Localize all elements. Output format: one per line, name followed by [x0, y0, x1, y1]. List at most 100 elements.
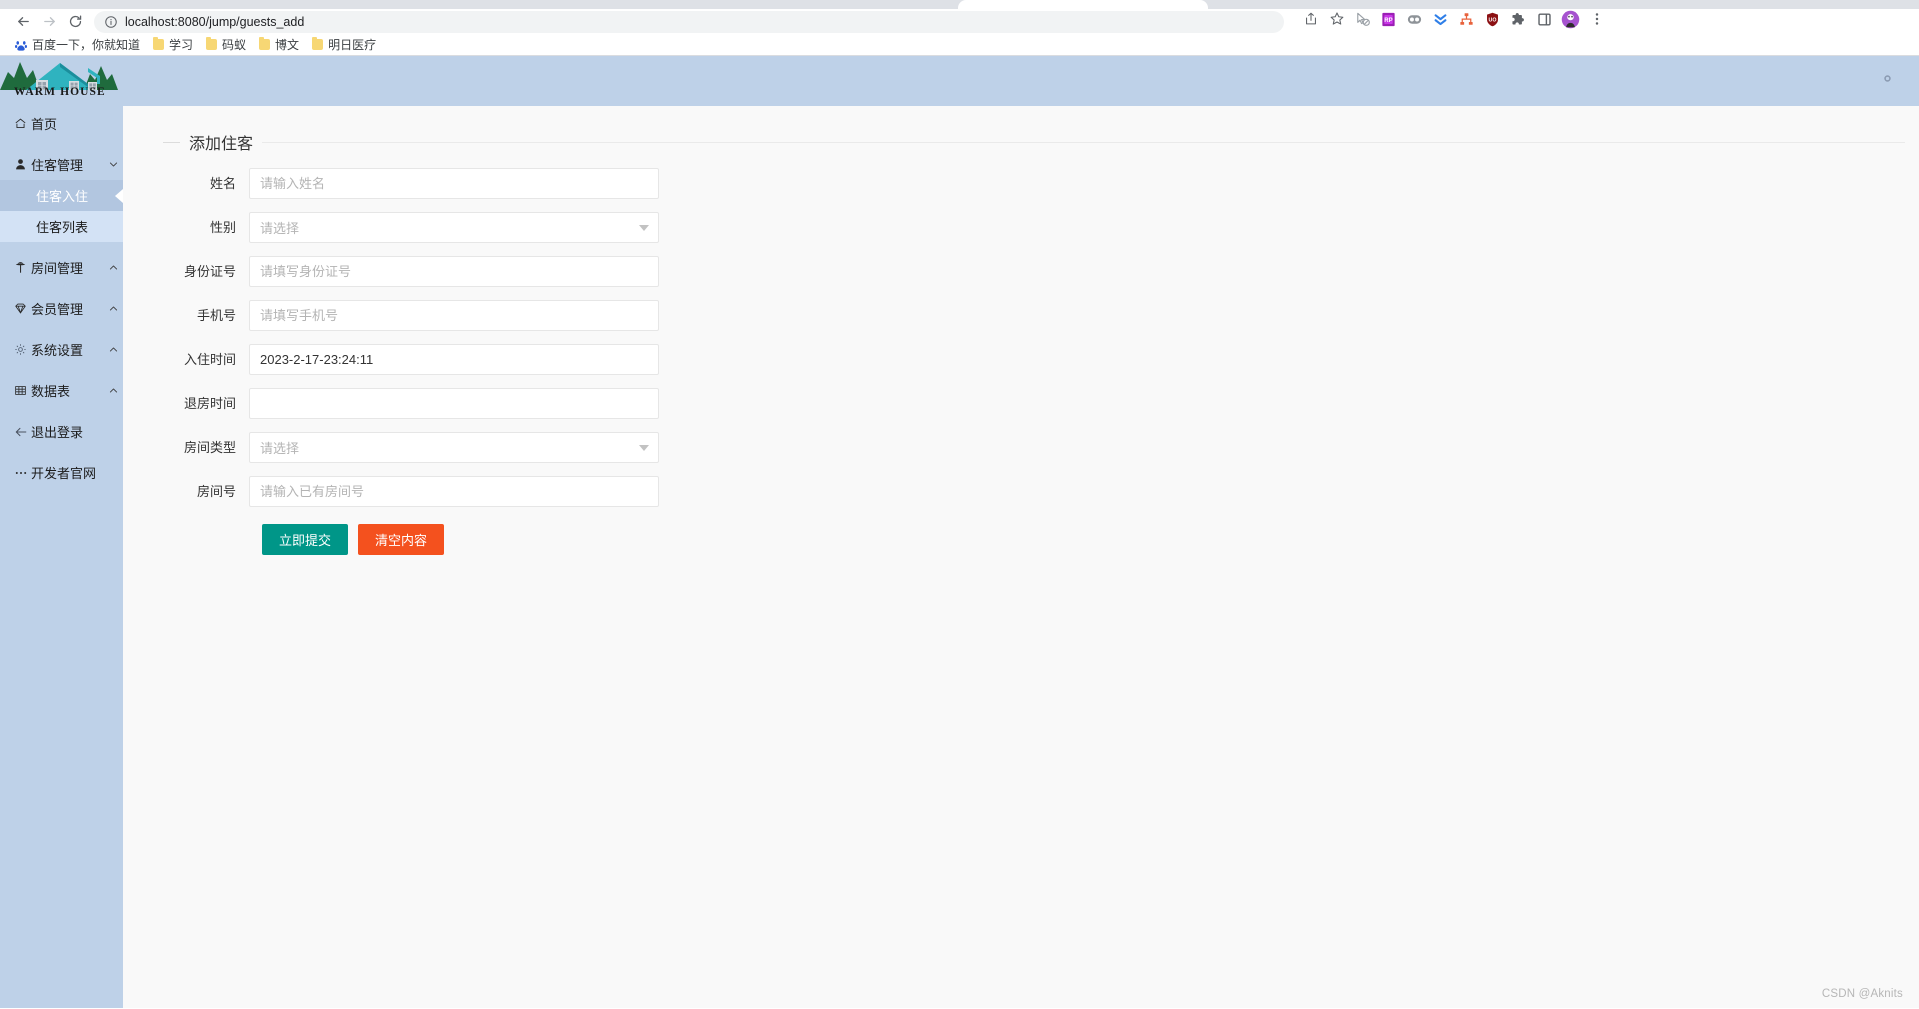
star-icon	[1329, 11, 1345, 32]
extension-dual-circle[interactable]	[1402, 10, 1427, 34]
tab-strip	[0, 0, 1919, 9]
sidebar-item-guest-list[interactable]: 住客列表	[0, 211, 123, 242]
address-bar[interactable]: localhost:8080/jump/guests_add	[94, 10, 1284, 33]
extension-cursor-block[interactable]	[1350, 10, 1375, 34]
submit-button[interactable]: 立即提交	[262, 524, 349, 555]
reset-button[interactable]: 清空内容	[358, 524, 445, 555]
room-type-label: 房间类型	[183, 440, 236, 455]
top-header-bar	[123, 56, 1919, 106]
puzzle-extensions-icon	[1510, 11, 1527, 33]
folder-icon	[259, 37, 271, 50]
active-tab[interactable]	[958, 0, 1208, 9]
sidebar-item-system-settings[interactable]: 系统设置	[0, 334, 123, 365]
sidebar-item-label: 住客列表	[36, 220, 89, 235]
id-card-field[interactable]	[249, 256, 659, 287]
room-number-field[interactable]	[249, 476, 659, 507]
legend-dash	[163, 141, 180, 143]
room-type-select-value: 请选择	[249, 432, 659, 463]
legend-line	[262, 141, 1905, 143]
bookmark-folder-mayi[interactable]: 码蚁	[200, 34, 252, 55]
browser-chrome: localhost:8080/jump/guests_add RP UO 百度一…	[0, 0, 1919, 56]
sidebar-item-guest-management[interactable]: 住客管理	[0, 149, 123, 180]
sidebar-item-developer-site[interactable]: 开发者官网	[0, 457, 123, 488]
sidebar-item-guest-checkin[interactable]: 住客入住	[0, 180, 123, 211]
bookmark-star-button[interactable]	[1324, 10, 1349, 34]
bookmark-folder-mingri[interactable]: 明日医疗	[306, 34, 382, 55]
app-logo[interactable]: WARM HOUSE	[0, 56, 123, 106]
bookmark-folder-study[interactable]: 学习	[147, 34, 199, 55]
checkout-time-label: 退房时间	[183, 396, 236, 411]
profile-avatar-icon	[1561, 10, 1580, 34]
cursor-block-icon	[1354, 11, 1371, 33]
browser-menu-button[interactable]	[1584, 10, 1609, 34]
side-panel-button[interactable]	[1532, 10, 1557, 34]
sidebar: WARM HOUSE 首页 住客管理 住客入住 住客列表 房间管理 会员管理 系…	[0, 56, 123, 1008]
bookmark-folder-bowen[interactable]: 博文	[253, 34, 305, 55]
checkin-time-field[interactable]	[249, 344, 659, 375]
content-panel: 添加住客 姓名 性别 请选择 身份证号	[123, 106, 1919, 1008]
extension-chevrons[interactable]	[1428, 10, 1453, 34]
arrow-left-icon	[16, 14, 31, 29]
extension-sitemap[interactable]	[1454, 10, 1479, 34]
chevron-up-icon[interactable]	[103, 344, 123, 355]
forward-button[interactable]	[36, 10, 62, 34]
sidebar-item-label: 开发者官网	[31, 466, 97, 481]
share-button[interactable]	[1298, 10, 1323, 34]
extension-rp[interactable]: RP	[1376, 10, 1401, 34]
side-panel-icon	[1536, 11, 1553, 33]
gear-icon	[1878, 69, 1897, 93]
folder-icon	[153, 37, 165, 50]
form-row-room-number: 房间号	[141, 476, 1919, 507]
sidebar-menu: 首页 住客管理 住客入住 住客列表 房间管理 会员管理 系统设置 数据表 退出登…	[0, 106, 123, 488]
chevron-up-icon[interactable]	[103, 262, 123, 273]
sidebar-item-home[interactable]: 首页	[0, 108, 123, 139]
svg-text:UO: UO	[1489, 17, 1497, 23]
bookmark-baidu[interactable]: 百度一下，你就知道	[9, 34, 146, 55]
double-chevron-down-icon	[1432, 11, 1449, 33]
rp-extension-icon: RP	[1380, 11, 1397, 33]
checkin-time-label: 入住时间	[183, 352, 236, 367]
three-dot-menu-icon	[1589, 11, 1605, 32]
gender-label: 性别	[209, 220, 236, 235]
watermark: CSDN @Aknits	[1821, 988, 1903, 1000]
sidebar-item-member-management[interactable]: 会员管理	[0, 293, 123, 324]
ublock-origin-icon: UO	[1484, 11, 1501, 33]
form-legend: 添加住客	[141, 130, 1919, 154]
extension-ublock-origin[interactable]: UO	[1480, 10, 1505, 34]
extensions-puzzle-button[interactable]	[1506, 10, 1531, 34]
reload-button[interactable]	[62, 10, 88, 34]
chevron-down-icon[interactable]	[103, 159, 123, 170]
sidebar-item-room-management[interactable]: 房间管理	[0, 252, 123, 283]
back-button[interactable]	[10, 10, 36, 34]
chevron-up-icon[interactable]	[103, 303, 123, 314]
site-info-icon[interactable]	[104, 15, 118, 29]
checkout-time-field[interactable]	[249, 388, 659, 419]
name-field[interactable]	[249, 168, 659, 199]
phone-field[interactable]	[249, 300, 659, 331]
url-text: localhost:8080/jump/guests_add	[125, 14, 305, 29]
sidebar-item-logout[interactable]: 退出登录	[0, 416, 123, 447]
logo-wordmark: WARM HOUSE	[14, 86, 106, 98]
user-icon	[14, 158, 31, 171]
gender-select[interactable]: 请选择	[249, 212, 659, 243]
tab-strip-left	[0, 0, 958, 8]
room-type-select[interactable]: 请选择	[249, 432, 659, 463]
name-label: 姓名	[209, 176, 236, 191]
application-root: WARM HOUSE 首页 住客管理 住客入住 住客列表 房间管理 会员管理 系…	[0, 56, 1919, 1008]
sidebar-item-label: 住客管理	[31, 158, 84, 173]
table-icon	[14, 384, 31, 397]
form-row-id-card: 身份证号	[141, 256, 1919, 287]
folder-icon	[312, 37, 324, 50]
bookmarks-bar: 百度一下，你就知道 学习 码蚁 博文 明日医疗	[0, 34, 1919, 56]
chevron-up-icon[interactable]	[103, 385, 123, 396]
settings-button[interactable]	[1878, 69, 1897, 93]
sidebar-item-label: 数据表	[31, 384, 71, 399]
form-row-checkout-time: 退房时间	[141, 388, 1919, 419]
room-number-label: 房间号	[196, 484, 236, 499]
sidebar-item-data-table[interactable]: 数据表	[0, 375, 123, 406]
form-row-gender: 性别 请选择	[141, 212, 1919, 243]
dual-circle-extension-icon	[1406, 11, 1423, 33]
key-icon	[14, 261, 31, 274]
form-row-room-type: 房间类型 请选择	[141, 432, 1919, 463]
profile-button[interactable]	[1558, 10, 1583, 34]
